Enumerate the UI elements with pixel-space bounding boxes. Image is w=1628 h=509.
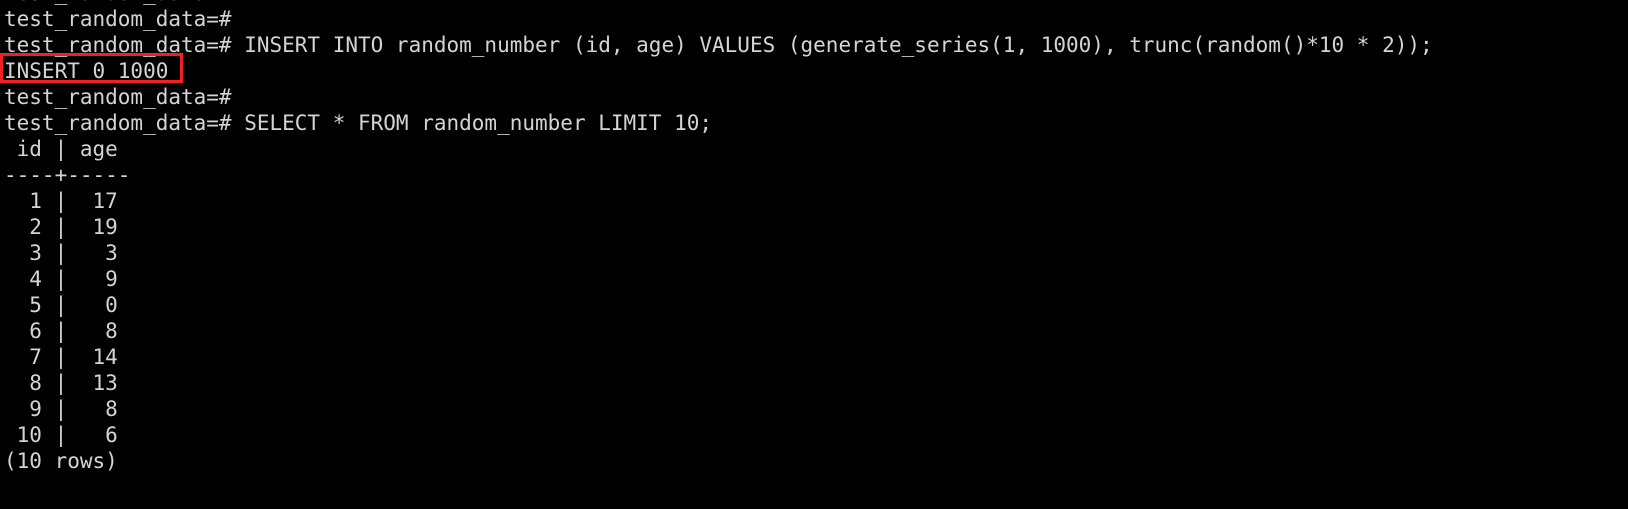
table-row: 4 | 9	[4, 267, 118, 291]
table-row: 5 | 0	[4, 293, 118, 317]
table-row: 3 | 3	[4, 241, 118, 265]
table-row: 8 | 13	[4, 371, 118, 395]
table-row: 10 | 6	[4, 423, 118, 447]
table-row: 1 | 17	[4, 189, 118, 213]
terminal-line-insert-result: INSERT 0 1000	[4, 59, 169, 83]
table-separator-row: ----+-----	[4, 163, 131, 187]
terminal-line-select-command: test_random_data=# SELECT * FROM random_…	[4, 111, 713, 135]
table-header-row: id | age	[4, 137, 118, 161]
terminal-window[interactable]: test_random_data=# test_random_data=# te…	[0, 0, 1628, 509]
terminal-screen[interactable]: test_random_data=# test_random_data=# te…	[4, 0, 1624, 474]
terminal-line-insert-command: test_random_data=# INSERT INTO random_nu…	[4, 33, 1433, 57]
table-row: 6 | 8	[4, 319, 118, 343]
terminal-line-prompt-2: test_random_data=#	[4, 85, 232, 109]
table-row: 7 | 14	[4, 345, 118, 369]
table-row: 9 | 8	[4, 397, 118, 421]
row-count-footer: (10 rows)	[4, 449, 118, 473]
table-row: 2 | 19	[4, 215, 118, 239]
terminal-line-prompt: test_random_data=#	[4, 7, 232, 31]
